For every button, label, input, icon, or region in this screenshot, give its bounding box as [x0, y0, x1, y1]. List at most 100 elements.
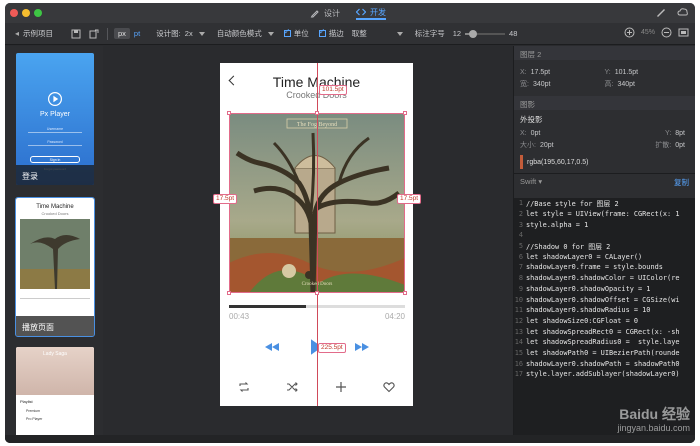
- effects-section: 图影: [514, 96, 695, 110]
- color-mode-value: 自动颜色模式: [216, 29, 262, 38]
- code-text: style.layer.addSublayer(shadowLayer0): [526, 370, 680, 379]
- code-text: let shadowSpreadRadius0 = style.laye: [526, 338, 680, 347]
- zoom-window-button[interactable]: [34, 9, 42, 17]
- cloud-icon[interactable]: [677, 6, 689, 18]
- playlist-thumb-item: Premium: [26, 409, 41, 413]
- color-mode-dropdown[interactable]: 自动颜色模式: [217, 28, 274, 39]
- app-window: 设计 开发 ◂ 示例项目 px pt 设计图: 2x 自动颜色模式 ✓ 单位 ✓…: [5, 3, 695, 443]
- line-number: 16: [514, 359, 523, 368]
- blur-label: 大小:: [520, 142, 536, 149]
- height-value[interactable]: 340pt: [617, 81, 635, 88]
- unit-pt-option[interactable]: pt: [130, 28, 144, 39]
- mode-tabs: 设计 开发: [310, 6, 386, 20]
- export-icon: [89, 29, 99, 38]
- code-line: 4: [514, 230, 695, 241]
- page-thumb-login[interactable]: Px Player Username Password Sign in Forg…: [16, 53, 94, 185]
- line-number: 5: [518, 242, 523, 251]
- heart-icon[interactable]: [383, 381, 395, 393]
- zoom-in-icon[interactable]: [624, 27, 635, 38]
- line-number: 1: [518, 199, 523, 208]
- spread-value[interactable]: 0pt: [675, 142, 685, 149]
- code-line: 9 shadowLayer0.shadowOpacity = 1: [514, 284, 695, 295]
- code-line: 13 let shadowSpreadRect0 = CGRect(x: -sh: [514, 326, 695, 337]
- shuffle-icon[interactable]: [286, 381, 299, 393]
- chevron-left-icon: ◂: [15, 29, 20, 38]
- line-number: 7: [518, 263, 523, 272]
- back-to-project-button[interactable]: ◂ 示例项目: [15, 28, 67, 39]
- fast-forward-icon[interactable]: [355, 343, 369, 351]
- add-icon[interactable]: [335, 381, 347, 393]
- copy-button[interactable]: 复制: [674, 177, 689, 187]
- line-number: 13: [514, 327, 523, 336]
- tab-design[interactable]: 设计: [310, 6, 340, 20]
- blur-value[interactable]: 20pt: [540, 142, 554, 149]
- line-number: 11: [514, 306, 523, 315]
- caret-down-icon: ▾: [538, 177, 543, 186]
- artboard-player[interactable]: Time Machine Crooked Doors The Fog Beyon…: [213, 63, 422, 406]
- titlebar-actions: [655, 6, 689, 18]
- zoom-out-icon[interactable]: [661, 27, 672, 38]
- shadow-x-label: X:: [520, 129, 527, 137]
- rewind-icon[interactable]: [265, 343, 279, 351]
- code-line: 6 let shadowLayer0 = CALayer(): [514, 251, 695, 262]
- measure-left: 17.5pt: [213, 194, 238, 204]
- line-number: 4: [518, 231, 523, 240]
- export-button[interactable]: [85, 25, 103, 43]
- code-header: Swift ▾ 复制: [514, 173, 695, 187]
- unit-px-option[interactable]: px: [114, 28, 130, 39]
- pages-panel: Px Player Username Password Sign in Forg…: [5, 46, 103, 443]
- spread-label: 扩散:: [655, 142, 672, 149]
- width-value[interactable]: 340pt: [533, 81, 551, 88]
- page-thumb-caption: 播放页面: [16, 316, 94, 336]
- artwork-thumb-image: [20, 219, 90, 289]
- code-text: shadowLayer0.shadowOffset = CGSize(wi: [526, 295, 680, 304]
- checkbox-icon: [318, 27, 326, 37]
- height-label: 高:: [604, 81, 614, 88]
- line-number: 17: [514, 370, 523, 379]
- minimize-window-button[interactable]: [22, 9, 30, 17]
- font-size-slider[interactable]: [465, 29, 506, 38]
- shadow-x-value[interactable]: 0pt: [531, 130, 541, 137]
- code-line: 7 shadowLayer0.frame = style.bounds: [514, 262, 695, 273]
- code-line: 1//Base style for 图层 2: [514, 198, 695, 209]
- progress-fill: [229, 305, 307, 308]
- unit-checkbox[interactable]: 单位: [283, 27, 309, 39]
- playlist-thumb-heading: Playlist: [20, 399, 33, 404]
- window-controls: [10, 9, 42, 17]
- line-number: 6: [518, 252, 523, 261]
- repeat-icon[interactable]: [238, 381, 250, 393]
- position-row: X: 17.5pt Y: 101.5pt: [514, 66, 695, 78]
- player-thumb-sub: Crooked Doors: [41, 211, 69, 216]
- design-scale-dropdown[interactable]: 设计图: 2x: [156, 28, 205, 39]
- stroke-checkbox[interactable]: 描边: [318, 27, 344, 39]
- caret-down-icon: [396, 31, 403, 36]
- vertical-guide-line: [317, 63, 318, 406]
- shadow-y-label: Y:: [665, 129, 672, 137]
- slider-knob[interactable]: [469, 29, 478, 38]
- shadow-color-value: rgba(195,60,17,0.5): [527, 158, 589, 166]
- shadow-y-value[interactable]: 8pt: [675, 130, 685, 137]
- login-app-name: Px Player: [40, 111, 70, 118]
- shadow-color-row[interactable]: rgba(195,60,17,0.5): [514, 151, 695, 173]
- save-button[interactable]: [67, 25, 85, 43]
- code-snippet[interactable]: 1//Base style for 图层 2 2 let style = UIVie…: [514, 198, 695, 383]
- code-icon: [356, 8, 366, 16]
- code-text: style.alpha = 1: [526, 220, 589, 229]
- y-value[interactable]: 101.5pt: [615, 69, 638, 76]
- zoom-controls: 45%: [624, 27, 689, 38]
- line-number: 10: [514, 295, 523, 304]
- unit-toggle[interactable]: px pt: [114, 28, 144, 39]
- code-line: 8 shadowLayer0.shadowColor = UIColor(re: [514, 273, 695, 284]
- close-window-button[interactable]: [10, 9, 18, 17]
- fit-screen-icon[interactable]: [678, 27, 689, 38]
- shadow-blur-row: 大小: 20pt 扩散: 0pt: [514, 139, 695, 151]
- total-time: 04:20: [384, 312, 405, 321]
- code-line: 2 let style = UIView(frame: CGRect(x: 1: [514, 209, 695, 220]
- language-dropdown[interactable]: Swift ▾: [520, 177, 543, 186]
- round-mode-dropdown[interactable]: 取整: [352, 28, 403, 39]
- tab-develop[interactable]: 开发: [356, 6, 386, 20]
- brush-icon[interactable]: [655, 6, 667, 18]
- page-thumb-player[interactable]: Time Machine Crooked Doors 播放页面: [15, 197, 95, 337]
- x-value[interactable]: 17.5pt: [531, 69, 550, 76]
- page-thumb-playlist[interactable]: Lady Saga Playlist Premium Pro Player: [16, 347, 94, 443]
